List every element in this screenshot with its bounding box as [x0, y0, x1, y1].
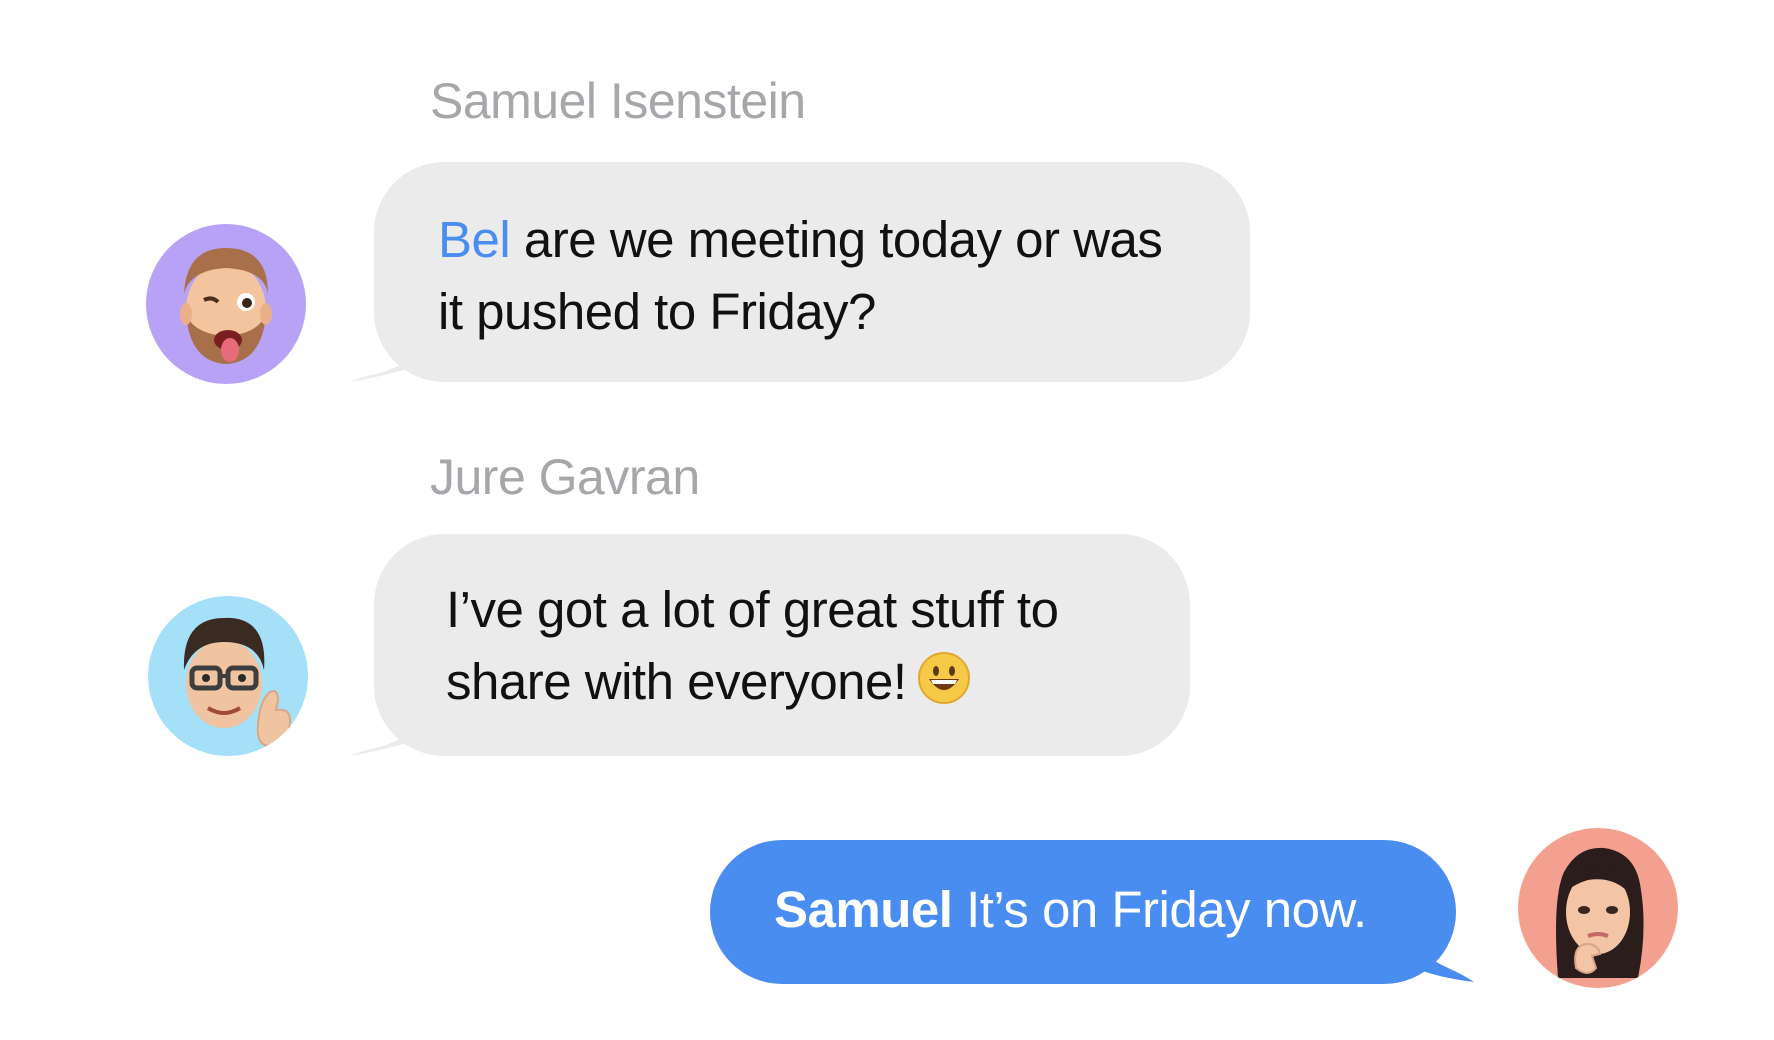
- sender-name-jure: Jure Gavran: [430, 449, 700, 505]
- message-line-2: share with everyone!: [446, 646, 1140, 724]
- avatar-jure[interactable]: [148, 596, 308, 756]
- message-line-1: I’ve got a lot of great stuff to: [446, 581, 1059, 638]
- sender-name-samuel: Samuel Isenstein: [430, 73, 806, 129]
- message-bubble-samuel[interactable]: Bel are we meeting today or was it pushe…: [374, 162, 1250, 382]
- message-bubble-jure[interactable]: I’ve got a lot of great stuff to share w…: [374, 534, 1190, 756]
- message-text-part: It’s on Friday now.: [966, 881, 1367, 938]
- winking-bearded-man-memoji-icon: [180, 248, 272, 364]
- message-line-1: Bel are we meeting today or was: [438, 204, 1200, 276]
- avatar-samuel[interactable]: [146, 224, 306, 384]
- message-text-part: share with everyone!: [446, 653, 907, 710]
- grinning-face-icon: [917, 651, 971, 724]
- mention-samuel[interactable]: Samuel: [774, 881, 953, 938]
- avatar-me[interactable]: [1518, 828, 1678, 988]
- thinking-woman-memoji-icon: [1556, 847, 1644, 978]
- mention-bel[interactable]: Bel: [438, 211, 511, 268]
- message-line-2: it pushed to Friday?: [438, 283, 876, 340]
- glasses-thumbs-up-man-memoji-icon: [183, 617, 292, 748]
- message-text-part: are we meeting today or was: [523, 211, 1163, 268]
- message-bubble-outgoing[interactable]: Samuel It’s on Friday now.: [710, 840, 1456, 984]
